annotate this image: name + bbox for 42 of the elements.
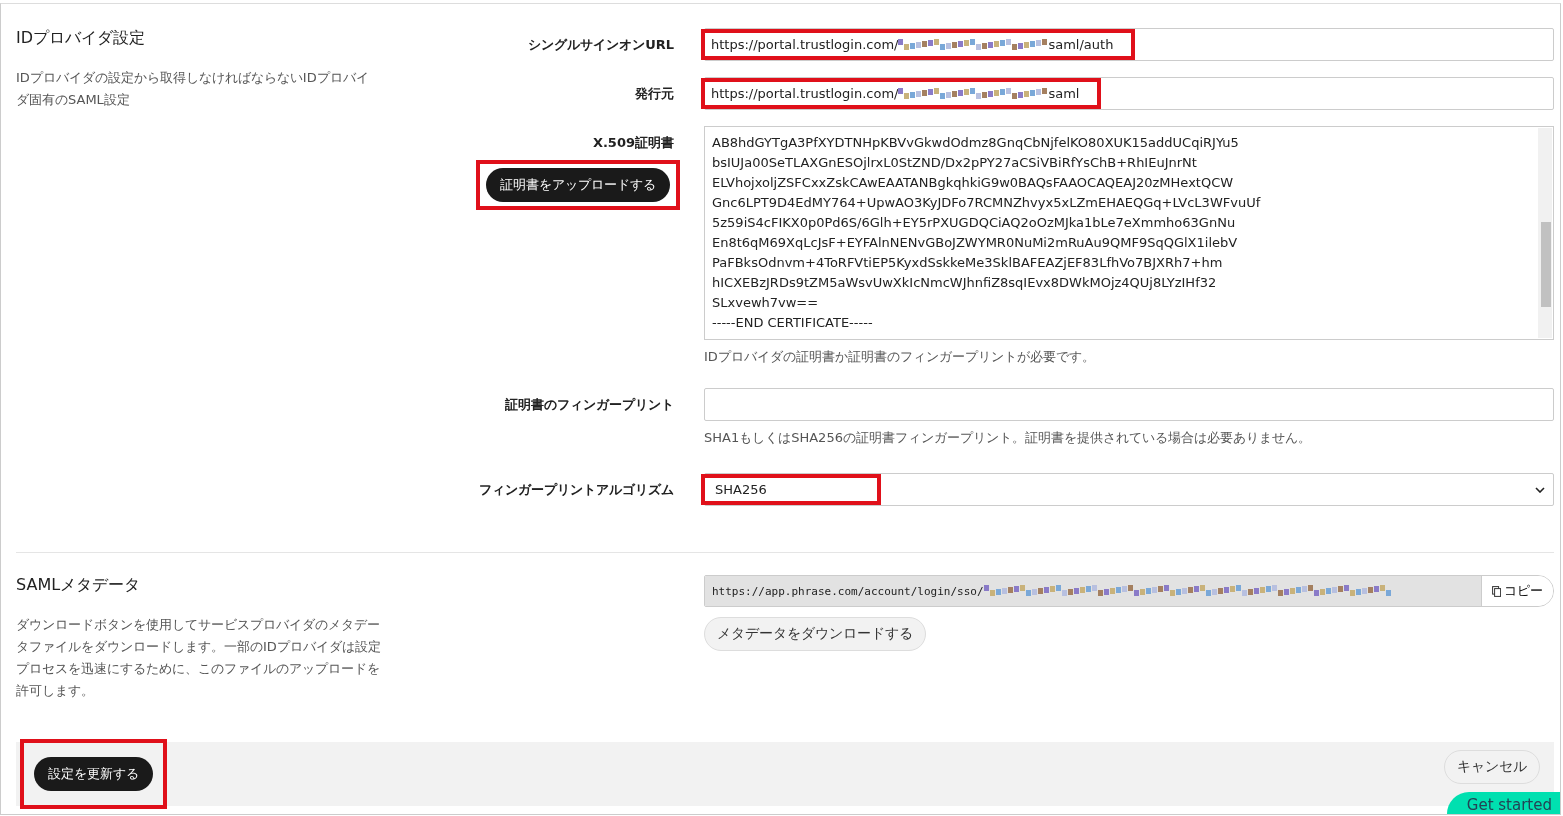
field-label: X.509証明書 — [592, 134, 674, 152]
fingerprint-field[interactable] — [704, 388, 1554, 421]
field-label: フィンガープリントアルゴリズム — [479, 481, 674, 499]
algorithm-select[interactable]: SHA256 — [704, 473, 1554, 506]
section-description: ダウンロードボタンを使用してサービスプロバイダのメタデータファイルをダウンロードします。一部のIDプロバイダは設定プロセスを迅速にするために、このファイルのアップロードを許可します。 — [16, 616, 381, 700]
section-title: IDプロバイダ設定 — [16, 28, 147, 49]
certificate-line: 5z59iS4cFIKX0p0Pd6S/6Glh+EY5rPXUGDQCiAQ2oOzMJka1bLe7eXmmho63GnNu — [712, 214, 1237, 232]
certificate-line: bsIUJa00SeTLAXGnESOjlrxL0StZND/Dx2pPY27aCSiVBiRfYsChB+RhIEuJnrNt — [712, 154, 1198, 172]
metadata-url-field[interactable]: https://app.phrase.com/account/login/sso/ コピー — [704, 575, 1554, 607]
get-started-button[interactable]: Get started — [1446, 792, 1560, 814]
copy-icon — [1492, 585, 1501, 597]
field-label: 証明書のフィンガープリント — [505, 396, 674, 414]
certificate-line: PaFBksOdnvm+4ToRFVtiEP5KyxdSskkeMe3SklBAFEAZjEF83LfhVo7BJXRh7+hm — [712, 254, 1224, 272]
select-value: SHA256 — [715, 482, 767, 497]
metadata-url: https://app.phrase.com/account/login/sso/ — [712, 584, 984, 598]
upload-button[interactable]: 証明書をアップロードする — [486, 168, 670, 202]
certificate-line: AB8hdGYTgA3PfXYDTNHpKBVvGkwdOdmz8GnqCbNjfelKO80XUK15addUCqiRJYu5 — [712, 134, 1240, 152]
url-prefix: https://portal.trustlogin.com/ — [711, 86, 899, 101]
certificate-line: hICXEBzJRDs9tZM5aWsvUwXkIcNmcWJhnfiZ8sqIEvx8DWkMOjz4QUj8LYzIHf32 — [712, 274, 1218, 292]
update-button[interactable]: 設定を更新する — [34, 757, 153, 791]
certificate-line: SLxvewh7vw== — [712, 294, 820, 312]
field-label: 発行元 — [635, 85, 674, 103]
copy-button[interactable]: コピー — [1481, 576, 1553, 606]
certificate-line: Gnc6LPT9D4EdMY764+UpwAO3KyJDFo7RCMNZhvyx5xLZmEHAEQGq+LVcL3WFvuUf — [712, 194, 1262, 212]
url-suffix: saml — [1048, 86, 1080, 101]
download-button[interactable]: メタデータをダウンロードする — [704, 617, 926, 651]
certificate-line: En8t6qM69XqLcJsF+EYFAlnNENvGBoJZWYMR0NuMi2mRuAu9QMF9SqQGlX1ilebV — [712, 234, 1239, 252]
field-hint: SHA1もしくはSHA256の証明書フィンガープリント。証明書を提供されている場合は必要ありません。 — [704, 429, 1312, 447]
section-title: SAMLメタデータ — [16, 575, 142, 596]
certificate-line: ELVhojxoljZSFCxxZskCAwEAATANBgkqhkiG9w0BAQsFAAOCAQEAJ20zMHextQCW — [712, 174, 1235, 192]
url-prefix: https://portal.trustlogin.com/ — [711, 37, 899, 52]
certificate-line: -----END CERTIFICATE----- — [712, 314, 874, 332]
certificate-field[interactable] — [704, 126, 1554, 340]
url-field[interactable]: https://portal.trustlogin.com/ saml — [704, 77, 1554, 110]
field-label: シングルサインオンURL — [528, 36, 674, 54]
url-field[interactable]: https://portal.trustlogin.com/ saml/auth — [704, 28, 1554, 61]
cancel-button[interactable]: キャンセル — [1444, 750, 1540, 784]
field-hint: IDプロバイダの証明書か証明書のフィンガープリントが必要です。 — [704, 348, 1096, 366]
chevron-down-icon — [1535, 486, 1545, 493]
url-suffix: saml/auth — [1048, 37, 1114, 52]
scrollbar-thumb[interactable] — [1541, 222, 1551, 307]
section-description: IDプロバイダの設定から取得しなければならないIDプロバイダ固有のSAML設定 — [16, 69, 370, 109]
